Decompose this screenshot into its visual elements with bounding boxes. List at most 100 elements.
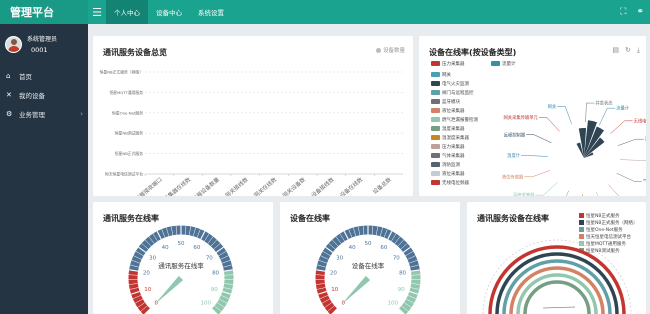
rose-label: 远程控制器 [504, 131, 526, 138]
user-id: 0001 [31, 46, 48, 54]
legend-label: 恒星MQTT通用服务 [586, 240, 626, 247]
y-tick-label: 恒星MQTT通用服务 [109, 90, 143, 95]
radial-pointer [542, 306, 576, 309]
legend-label: 温度采集器 [442, 125, 465, 132]
user-profile: 系统管理员 0001 [0, 24, 88, 64]
gear-icon: ⚙ [6, 109, 13, 118]
rose-leader-line [566, 190, 570, 196]
x-tick-label: 采集器在线数 [162, 175, 193, 196]
gauge-tick-label: 40 [349, 245, 356, 251]
rose-label: 消防监测 [645, 136, 646, 143]
gauge-label: 通讯服务在线率 [158, 261, 204, 270]
legend-swatch [431, 144, 440, 149]
legend-swatch [431, 171, 440, 176]
gauge-tick-label: 30 [336, 255, 343, 261]
rose-label: 温度计 [507, 152, 521, 159]
legend-swatch [579, 213, 584, 218]
legend-label: 流量计 [502, 60, 516, 67]
gauge-tick-label: 90 [398, 287, 405, 293]
gauge-tick-label: 30 [149, 255, 156, 261]
legend-label: 网关 [442, 71, 451, 78]
rose-leader-line [564, 106, 572, 125]
gauge1-chart: 0102030405060708090100通讯服务在线率 [128, 225, 234, 314]
gauge2-panel: 设备在线率 0 10 20 30 40 50 60 70 80 90 100 设备在线率 [280, 202, 460, 314]
x-tick-label: 设备总数 [371, 175, 393, 196]
gauge-pointer [341, 275, 371, 305]
avatar [5, 35, 22, 53]
gauge-tick-label: 10 [144, 287, 151, 293]
legend-swatch [579, 227, 584, 232]
rose-leader-line [534, 134, 552, 144]
gauge-tick-label: 70 [206, 255, 213, 261]
legend-label: 消防监测 [442, 161, 460, 168]
nav-device-center[interactable]: 设备中心 [148, 0, 190, 24]
legend-label: 恒星One-Net服务 [586, 226, 623, 233]
legend-swatch [431, 108, 440, 113]
top-header: 管理平台 ☰ 个人中心 设备中心 系统设置 ⛶ ⚭ [0, 0, 650, 24]
rose-chart: 压力采集器 流量计网关电气火灾监测阀门与远程监控蓝牙模块液位采集器燃气泄漏报警检测… [431, 60, 646, 196]
gauge-tick-label: 70 [393, 255, 400, 261]
rose-leader-line [616, 172, 634, 182]
legend-swatch [431, 162, 440, 167]
user-menu-icon[interactable]: ⚭ [636, 7, 644, 17]
gauge2-chart: 0102030405060708090100设备在线率 [315, 225, 421, 314]
y-tick-label: 恒星One-Net服务 [112, 110, 143, 115]
home-icon: ⌂ [6, 71, 11, 80]
legend-label: 蓝牙模块 [442, 98, 460, 105]
gauge-tick-label: 20 [143, 271, 150, 277]
rose-label: 无线电位频器 [634, 117, 646, 124]
legend-label: 温湿度采集器 [442, 134, 469, 141]
x-tick-label: 采集器设备数量 [186, 175, 221, 196]
rose-label: 温度采集器 [513, 192, 535, 196]
rose-label: 液位传感器 [502, 173, 524, 180]
sidebar-item-my-devices[interactable]: ✕ 我的设备 [0, 85, 88, 104]
legend-label: 压力采集器 [442, 60, 465, 67]
legend-label: 液位采集器 [442, 170, 465, 177]
legend-swatch [431, 117, 440, 122]
nav-personal-center[interactable]: 个人中心 [106, 0, 148, 24]
rose-leader-line [619, 159, 639, 161]
rose-label: 流量计 [616, 105, 630, 112]
rose-leader-line [610, 120, 625, 134]
user-name: 系统管理员 [27, 36, 58, 43]
device-icon: ✕ [6, 90, 12, 99]
legend-swatch [431, 153, 440, 158]
radial-chart: 恒星NB正式服务恒星NB正式服务（网络）恒星One-Net服务恒天恒星电信测试平… [482, 212, 637, 314]
gauge-tick-label: 60 [380, 245, 387, 251]
gauge1-panel: 通讯服务在线率 0 10 20 30 40 50 60 70 80 90 100 通讯服务在线率 [93, 202, 273, 314]
rose-leader-line [529, 155, 549, 157]
x-tick-label: 设备接线数 [309, 175, 336, 196]
radial-ring [523, 280, 591, 314]
nav-system-settings[interactable]: 系统设置 [190, 0, 232, 24]
chevron-right-icon: › [80, 109, 83, 118]
y-tick-label: 恒天恒星电信测试平台 [105, 172, 143, 177]
gauge-tick-label: 10 [331, 287, 338, 293]
sidebar-item-home[interactable]: ⌂ 首页 [0, 66, 88, 85]
rose-leader-line [596, 191, 599, 196]
rose-leader-line [543, 182, 558, 196]
legend-swatch [579, 241, 584, 246]
legend-label: 阀门与远程监控 [442, 89, 474, 96]
legend-swatch [491, 61, 500, 66]
online-types-panel: 设备在线率(按设备类型) ▤ ↻ ⤓ 压力采集器 流量计 网关 电气火灾监测 阀门与远程… [419, 36, 646, 196]
legend-label: 恒星NB测试服务 [586, 247, 620, 254]
menu-toggle-icon[interactable]: ☰ [88, 0, 106, 24]
gauge-tick-label: 100 [200, 301, 211, 307]
legend-swatch [431, 72, 440, 77]
fullscreen-icon[interactable]: ⛶ [620, 7, 626, 17]
legend-swatch [431, 90, 440, 95]
y-tick-label: 恒星NB正式服务（网络） [100, 70, 143, 75]
sidebar-item-business[interactable]: ⚙ 业务管理 › [0, 104, 88, 123]
rose-leader-line [532, 170, 551, 178]
x-tick-label: 采集器接收端口 [129, 175, 164, 196]
gauge-tick-label: 80 [399, 271, 406, 277]
legend-label: 燃气泄漏报警检测 [442, 116, 478, 123]
legend-swatch [431, 126, 440, 131]
x-tick-label: 网关设备数 [281, 175, 308, 196]
legend-swatch [431, 135, 440, 140]
rose-leader-line [598, 108, 608, 126]
x-tick-label: 设备在线数 [338, 175, 365, 196]
y-tick-label: 恒星NB测试服务 [115, 131, 143, 136]
rose-label: 网关采集传输单元 [503, 114, 538, 121]
sidebar-item-label: 首页 [19, 72, 32, 81]
